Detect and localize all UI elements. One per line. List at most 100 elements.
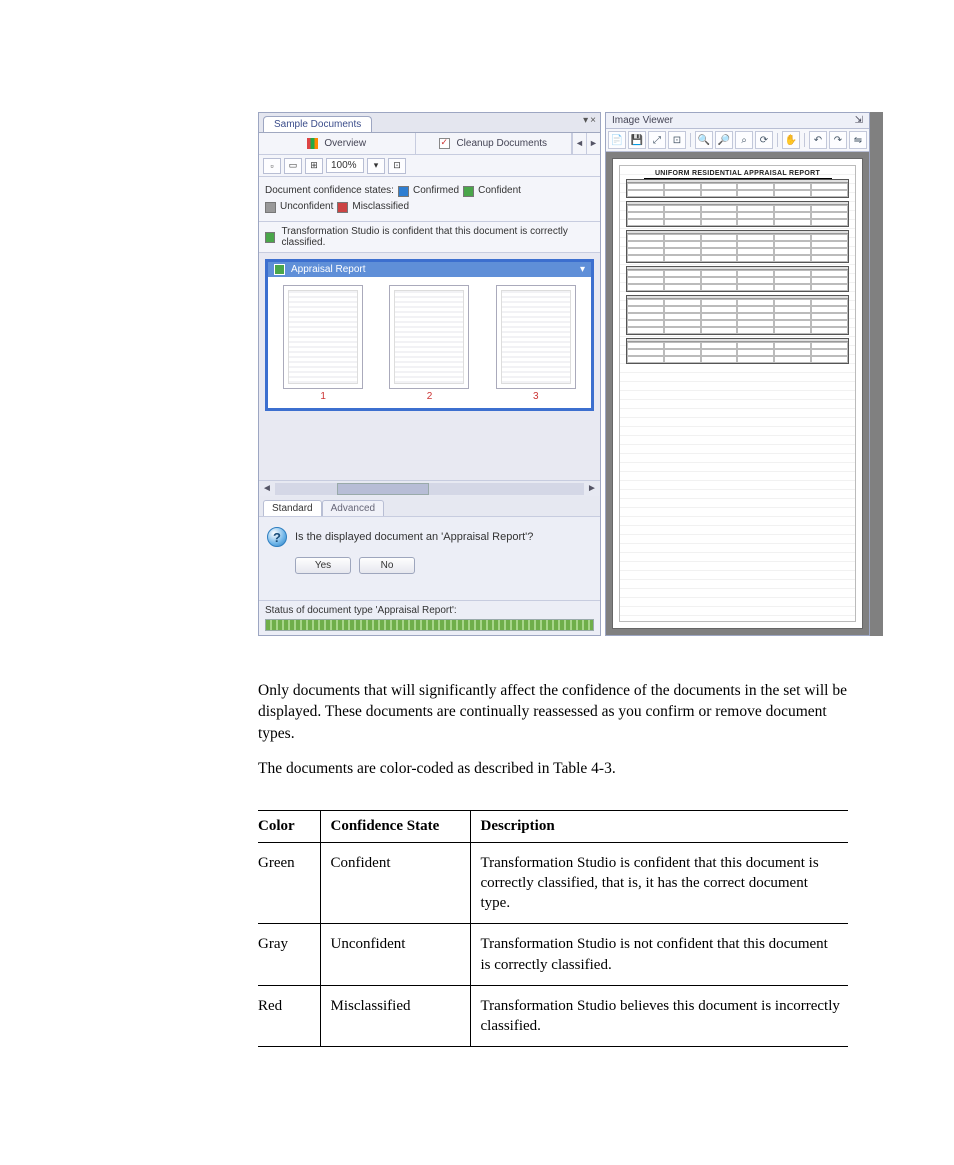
table-row: Gray Unconfident Transformation Studio i…	[258, 924, 848, 986]
tab-sample-documents[interactable]: Sample Documents	[263, 116, 372, 132]
cleanup-label: Cleanup Documents	[456, 138, 547, 149]
status-message: Transformation Studio is confident that …	[281, 226, 594, 248]
thumbnail-row: 1 2 3	[272, 281, 587, 406]
prev-icon[interactable]: ◄	[572, 133, 586, 154]
cell-desc: Transformation Studio is confident that …	[470, 842, 848, 924]
cell-state: Misclassified	[320, 985, 470, 1047]
thumb-number: 1	[283, 389, 363, 402]
table-header-row: Color Confidence State Description	[258, 810, 848, 842]
chevron-down-icon[interactable]: ▾	[580, 264, 585, 275]
cell-state: Confident	[320, 842, 470, 924]
swatch-confident	[463, 186, 474, 197]
close-icon[interactable]: ×	[590, 115, 596, 126]
group-title: Appraisal Report	[291, 264, 365, 275]
table-row: Green Confident Transformation Studio is…	[258, 842, 848, 924]
legend-label: Document confidence states:	[265, 183, 394, 199]
viewer-title: Image Viewer	[612, 115, 673, 126]
fit-icon[interactable]: ⊡	[388, 158, 406, 174]
cell-color: Red	[258, 985, 320, 1047]
pin-icon[interactable]: ⇲	[855, 115, 863, 126]
question-text: Is the displayed document an 'Appraisal …	[295, 531, 533, 543]
status-bar: Status of document type 'Appraisal Repor…	[259, 600, 600, 635]
page-thumb[interactable]: 1	[283, 285, 363, 402]
thumb-number: 2	[389, 389, 469, 402]
scroll-handle[interactable]	[337, 483, 430, 495]
horizontal-scrollbar[interactable]: ◄ ►	[259, 480, 600, 496]
nav-arrows: ◄ ►	[572, 133, 600, 154]
tab-standard[interactable]: Standard	[263, 500, 322, 516]
status-swatch	[265, 232, 275, 243]
document-group: Appraisal Report ▾ 1 2 3	[265, 259, 594, 411]
col-header-state: Confidence State	[320, 810, 470, 842]
zoom-toolbar: ▫ ▭ ⊞ 100% ▾ ⊡	[259, 155, 600, 177]
chart-icon	[307, 138, 318, 149]
scroll-right-icon[interactable]: ►	[584, 483, 600, 494]
image-viewer-pane: Image Viewer ⇲ 📄 💾 ⤢ ⊡ 🔍 🔎 ⌕ ⟳ ✋ ↶ ↷ ⇋ U…	[605, 112, 870, 636]
view-toolbar: Overview Cleanup Documents ◄ ►	[259, 133, 600, 155]
swatch-confirmed	[398, 186, 409, 197]
doc-heading: UNIFORM RESIDENTIAL APPRAISAL REPORT	[626, 170, 849, 177]
group-swatch	[274, 264, 285, 275]
fit-icon[interactable]: ⤢	[648, 131, 666, 149]
zoom-dropdown-icon[interactable]: ▾	[367, 158, 385, 174]
cell-color: Green	[258, 842, 320, 924]
cell-desc: Transformation Studio is not confident t…	[470, 924, 848, 986]
confidence-table: Color Confidence State Description Green…	[258, 810, 848, 1048]
status-bar-text: Status of document type 'Appraisal Repor…	[265, 605, 457, 616]
body-text: Only documents that will significantly a…	[258, 680, 854, 780]
document-view[interactable]: UNIFORM RESIDENTIAL APPRAISAL REPORT	[612, 158, 863, 629]
paragraph: The documents are color-coded as describ…	[258, 758, 854, 779]
pane-window-controls: ▾ ×	[583, 115, 596, 126]
page-thumb[interactable]: 3	[496, 285, 576, 402]
classification-status: Transformation Studio is confident that …	[259, 222, 600, 253]
rotate-right-icon[interactable]: ↷	[829, 131, 847, 149]
rotate-left-icon[interactable]: ↶	[809, 131, 827, 149]
col-header-desc: Description	[470, 810, 848, 842]
grid-icon[interactable]: ⊞	[305, 158, 323, 174]
yes-button[interactable]: Yes	[295, 557, 351, 574]
legend-misclassified: Misclassified	[352, 199, 409, 215]
pane-tab-strip: Sample Documents ▾ ×	[259, 113, 600, 133]
actual-size-icon[interactable]: ⊡	[668, 131, 686, 149]
zoom-region-icon[interactable]: ⌕	[735, 131, 753, 149]
col-header-color: Color	[258, 810, 320, 842]
pan-icon[interactable]: ✋	[782, 131, 800, 149]
swatch-misclassified	[337, 202, 348, 213]
overview-button[interactable]: Overview	[259, 133, 416, 154]
scroll-left-icon[interactable]: ◄	[259, 483, 275, 494]
group-header[interactable]: Appraisal Report ▾	[268, 262, 591, 277]
question-panel: ? Is the displayed document an 'Appraisa…	[259, 517, 600, 600]
zoom-value[interactable]: 100%	[326, 158, 364, 173]
cell-state: Unconfident	[320, 924, 470, 986]
confidence-legend: Document confidence states: Confirmed Co…	[259, 177, 600, 222]
cell-desc: Transformation Studio believes this docu…	[470, 985, 848, 1047]
zoom-reset-icon[interactable]: ⟳	[755, 131, 773, 149]
thumb-large-icon[interactable]: ▭	[284, 158, 302, 174]
tab-advanced[interactable]: Advanced	[322, 500, 384, 516]
viewer-titlebar: Image Viewer ⇲	[606, 113, 869, 129]
thumb-small-icon[interactable]: ▫	[263, 158, 281, 174]
zoom-out-icon[interactable]: 🔎	[715, 131, 733, 149]
document-page: UNIFORM RESIDENTIAL APPRAISAL REPORT	[619, 165, 856, 622]
page-thumb[interactable]: 2	[389, 285, 469, 402]
thumb-number: 3	[496, 389, 576, 402]
flip-icon[interactable]: ⇋	[849, 131, 867, 149]
legend-confirmed: Confirmed	[413, 183, 459, 199]
open-icon[interactable]: 📄	[608, 131, 626, 149]
legend-unconfident: Unconfident	[280, 199, 333, 215]
minimize-icon[interactable]: ▾	[583, 115, 588, 126]
cell-color: Gray	[258, 924, 320, 986]
zoom-in-icon[interactable]: 🔍	[695, 131, 713, 149]
cleanup-button[interactable]: Cleanup Documents	[416, 133, 573, 154]
app-screenshot: Sample Documents ▾ × Overview Cleanup Do…	[258, 112, 883, 636]
save-icon[interactable]: 💾	[628, 131, 646, 149]
progress-bar	[265, 619, 594, 631]
check-icon	[439, 138, 450, 149]
question-tabs: Standard Advanced	[259, 496, 600, 517]
overview-label: Overview	[324, 138, 366, 149]
next-icon[interactable]: ►	[586, 133, 600, 154]
no-button[interactable]: No	[359, 557, 415, 574]
question-icon: ?	[267, 527, 287, 547]
swatch-unconfident	[265, 202, 276, 213]
table-row: Red Misclassified Transformation Studio …	[258, 985, 848, 1047]
